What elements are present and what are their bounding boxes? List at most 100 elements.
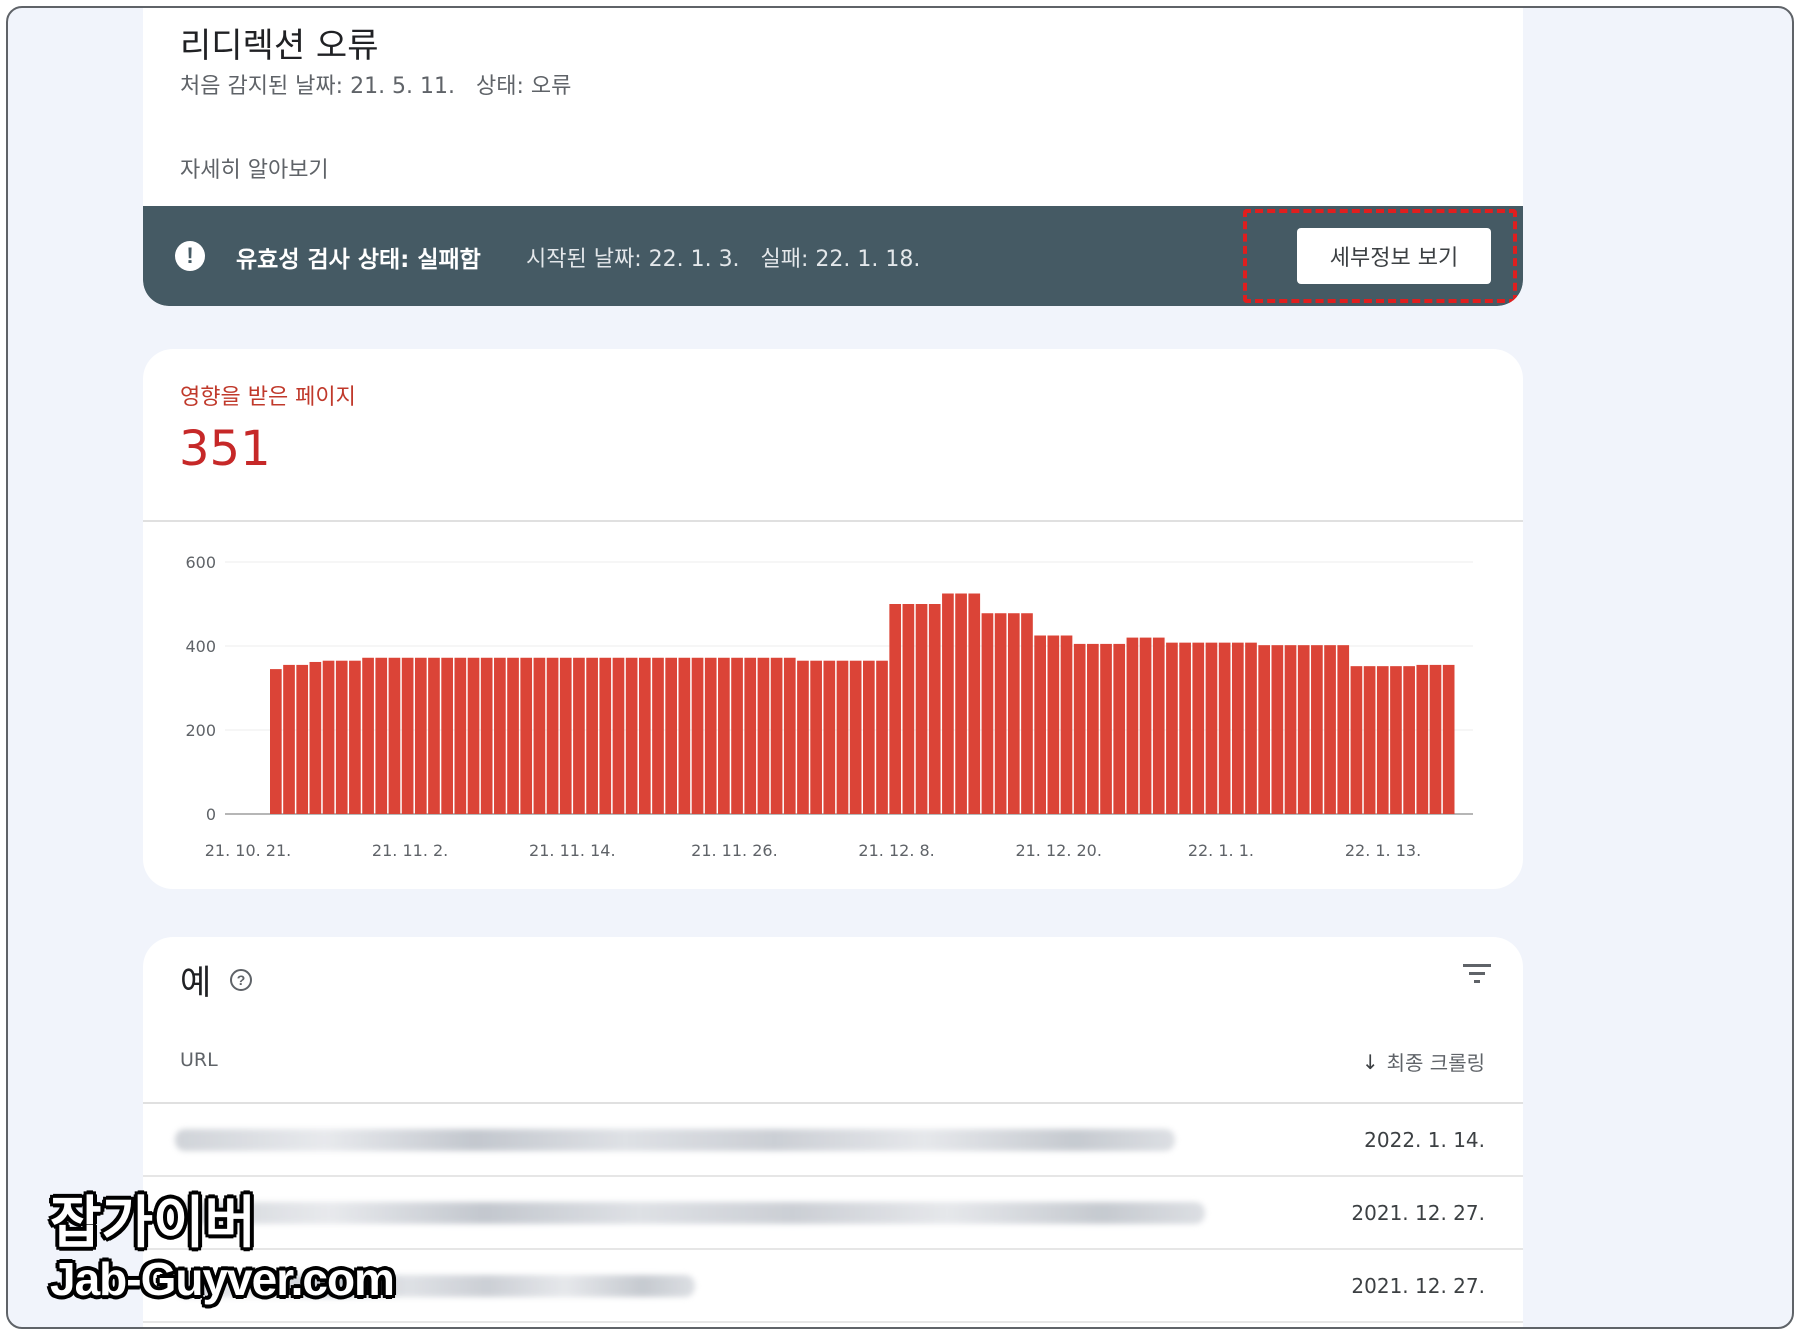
- chart-bar[interactable]: [678, 657, 691, 814]
- chart-bar[interactable]: [559, 657, 572, 814]
- chart-bar[interactable]: [1416, 664, 1429, 814]
- chart-bar[interactable]: [546, 657, 559, 814]
- chart-bar[interactable]: [757, 657, 770, 814]
- chart-bar[interactable]: [467, 657, 480, 814]
- chart-bar[interactable]: [849, 660, 862, 814]
- chart-bar[interactable]: [1429, 664, 1442, 814]
- chart-bar[interactable]: [1100, 643, 1112, 814]
- chart-bar[interactable]: [718, 657, 730, 814]
- chart-bar[interactable]: [823, 660, 836, 814]
- chart-bar[interactable]: [1442, 664, 1455, 814]
- chart-bar[interactable]: [1350, 666, 1363, 814]
- chart-bar[interactable]: [994, 613, 1007, 814]
- chart-bar[interactable]: [770, 657, 783, 814]
- chart-bar[interactable]: [612, 657, 625, 814]
- chart-bar[interactable]: [428, 657, 440, 814]
- chart-bar[interactable]: [704, 657, 717, 814]
- chart-bar[interactable]: [665, 657, 678, 814]
- chart-bar[interactable]: [283, 664, 295, 814]
- chart-bar[interactable]: [533, 657, 546, 814]
- chart-bar[interactable]: [1284, 645, 1297, 814]
- chart-bar[interactable]: [625, 657, 638, 814]
- column-header-last-crawled[interactable]: ↓ 최종 크롤링: [1362, 1047, 1485, 1076]
- chart-bar[interactable]: [1087, 643, 1099, 814]
- chart-bar[interactable]: [942, 593, 954, 815]
- chart-bar[interactable]: [309, 661, 322, 814]
- table-row[interactable]: 2022. 1. 14.: [143, 1104, 1523, 1177]
- chart-bar[interactable]: [507, 657, 519, 814]
- chart-bar[interactable]: [928, 604, 941, 814]
- chart-bar[interactable]: [1297, 645, 1310, 814]
- chart-bar[interactable]: [863, 660, 875, 814]
- chart-bar[interactable]: [1152, 637, 1165, 814]
- chart-bar[interactable]: [638, 657, 651, 814]
- chart-bar[interactable]: [520, 657, 533, 814]
- chart-bar[interactable]: [480, 657, 493, 814]
- chart-bar[interactable]: [362, 657, 374, 814]
- chart-bar[interactable]: [454, 657, 467, 814]
- chart-bar[interactable]: [401, 657, 414, 814]
- chart-bar[interactable]: [1218, 642, 1231, 814]
- filter-icon[interactable]: [1460, 959, 1494, 989]
- chart-bar[interactable]: [1060, 635, 1073, 815]
- chart-bar[interactable]: [1113, 643, 1126, 814]
- chart-bar[interactable]: [981, 613, 994, 814]
- chart-bar[interactable]: [889, 604, 902, 814]
- chart-bar[interactable]: [1021, 613, 1033, 814]
- chart-bar[interactable]: [744, 657, 757, 814]
- help-icon[interactable]: ?: [230, 969, 252, 991]
- chart-bar[interactable]: [1126, 637, 1139, 814]
- chart-bar[interactable]: [1166, 642, 1178, 814]
- chart-bar[interactable]: [1205, 642, 1218, 814]
- chart-bar[interactable]: [573, 657, 585, 814]
- chart-bar[interactable]: [599, 657, 612, 814]
- chart-bar[interactable]: [1311, 645, 1323, 814]
- learn-more-link[interactable]: 자세히 알아보기: [180, 152, 329, 184]
- chart-bar[interactable]: [414, 657, 427, 814]
- chart-bar[interactable]: [270, 669, 282, 814]
- table-row[interactable]: 2021. 12. 27.: [143, 1177, 1523, 1250]
- chart-bar[interactable]: [731, 657, 743, 814]
- chart-bar[interactable]: [1179, 642, 1191, 814]
- column-header-last-crawled-label: 최종 크롤링: [1386, 1051, 1485, 1075]
- chart-bar[interactable]: [494, 657, 506, 814]
- chart-bar[interactable]: [902, 604, 915, 814]
- column-header-url[interactable]: URL: [180, 1049, 218, 1071]
- chart-bar[interactable]: [1403, 666, 1415, 814]
- chart-bar[interactable]: [968, 593, 981, 815]
- chart-bar[interactable]: [1231, 642, 1244, 814]
- chart-bar[interactable]: [1034, 635, 1046, 815]
- chart-bar[interactable]: [1047, 635, 1060, 815]
- chart-bar[interactable]: [876, 660, 888, 814]
- chart-bar[interactable]: [691, 657, 704, 814]
- chart-bar[interactable]: [586, 657, 598, 814]
- chart-bar[interactable]: [652, 657, 664, 814]
- chart-bar[interactable]: [375, 657, 388, 814]
- chart-bar[interactable]: [322, 660, 335, 814]
- chart-bar[interactable]: [783, 657, 796, 814]
- chart-bar[interactable]: [1139, 637, 1152, 814]
- chart-bar[interactable]: [349, 660, 361, 814]
- chart-bar[interactable]: [1007, 613, 1020, 814]
- chart-bar[interactable]: [1192, 642, 1205, 814]
- see-details-button[interactable]: 세부정보 보기: [1297, 228, 1491, 284]
- chart-bar[interactable]: [1324, 645, 1336, 814]
- chart-bar[interactable]: [1337, 645, 1350, 814]
- chart-bar[interactable]: [296, 664, 309, 814]
- chart-bar[interactable]: [1245, 642, 1257, 814]
- y-tick-label: 400: [185, 637, 216, 656]
- chart-bar[interactable]: [1258, 645, 1271, 814]
- chart-bar[interactable]: [915, 604, 928, 814]
- chart-bar[interactable]: [1073, 643, 1086, 814]
- chart-bar[interactable]: [1363, 666, 1376, 814]
- chart-bar[interactable]: [388, 657, 401, 814]
- chart-bar[interactable]: [955, 593, 967, 815]
- chart-bar[interactable]: [797, 660, 809, 814]
- chart-bar[interactable]: [1271, 645, 1284, 814]
- chart-bar[interactable]: [1390, 666, 1402, 814]
- chart-bar[interactable]: [335, 660, 348, 814]
- chart-bar[interactable]: [836, 660, 849, 814]
- chart-bar[interactable]: [1376, 666, 1389, 814]
- chart-bar[interactable]: [441, 657, 453, 814]
- chart-bar[interactable]: [810, 660, 822, 814]
